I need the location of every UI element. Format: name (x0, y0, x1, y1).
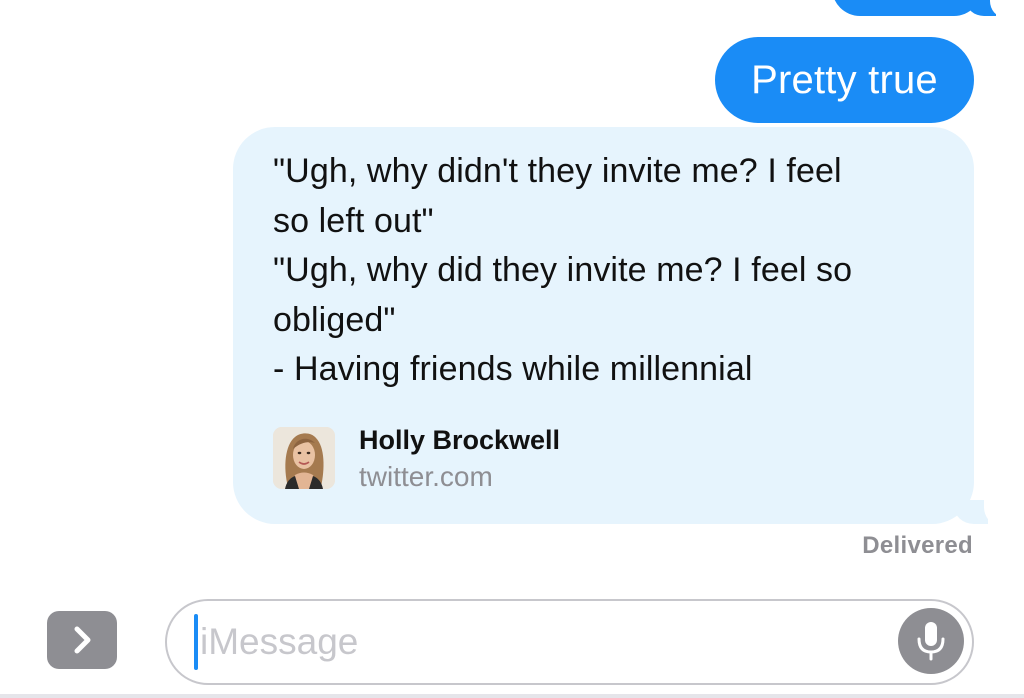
delivery-status: Delivered (862, 532, 973, 559)
quote-line: obliged" (273, 300, 396, 339)
text-cursor (194, 614, 198, 670)
quote-line: "Ugh, why did they invite me? I feel so (273, 251, 853, 289)
link-preview-bubble[interactable]: "Ugh, why didn't they invite me? I feel … (233, 127, 1006, 525)
link-preview-quote: "Ugh, why didn't they invite me? I feel … (273, 147, 934, 395)
message-input-placeholder: iMessage (200, 621, 359, 662)
quote-line: so left out" (273, 201, 434, 240)
link-source[interactable]: Holly Brockwell twitter.com (273, 425, 873, 492)
link-author: Holly Brockwell (359, 425, 561, 455)
divider (0, 694, 1024, 698)
sent-message-bubble[interactable]: Pretty true (715, 37, 974, 123)
expand-apps-button[interactable] (47, 611, 117, 669)
messages-screen: Pretty true "Ugh, why didn't they invite… (0, 0, 1024, 698)
dictation-button[interactable] (898, 608, 964, 674)
bubble-tail (954, 500, 988, 524)
quote-line: - Having friends while millennial (273, 350, 753, 388)
microphone-icon (917, 622, 945, 661)
profile-photo-icon (273, 427, 335, 489)
message-input[interactable]: iMessage (165, 599, 974, 685)
avatar (273, 427, 335, 489)
chevron-right-icon (74, 626, 91, 654)
previous-sent-bubble[interactable] (832, 0, 1012, 17)
link-domain: twitter.com (359, 461, 493, 492)
quote-line: "Ugh, why didn't they invite me? I feel (273, 152, 842, 190)
